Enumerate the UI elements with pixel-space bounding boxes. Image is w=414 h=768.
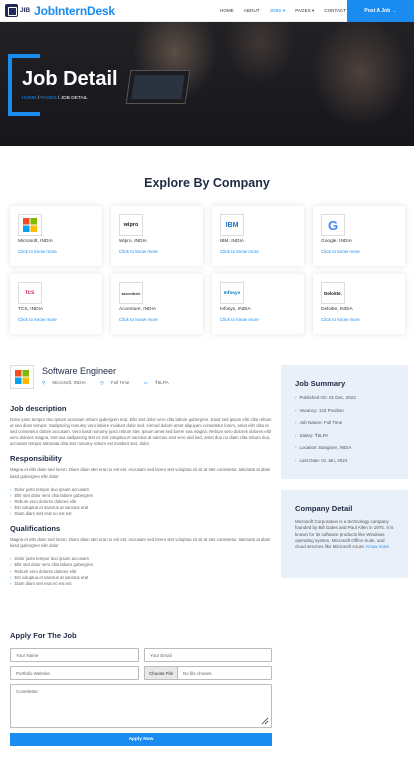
file-status: No file chosen xyxy=(183,670,212,676)
apply-title: Apply For The Job xyxy=(10,631,77,640)
company-link[interactable]: Click to know more xyxy=(220,249,296,254)
company-link[interactable]: Click to know more xyxy=(119,317,195,322)
coverletter-placeholder: Coverletter xyxy=(16,689,39,694)
tcs-logo-icon: tcs xyxy=(18,282,42,304)
job-title: Software Engineer xyxy=(42,366,117,376)
company-grid: Microsoft, INDIA Click to know more wipr… xyxy=(10,206,406,334)
company-link[interactable]: Click to know more xyxy=(18,249,94,254)
responsibility-title: Responsibility xyxy=(10,454,62,464)
company-detail-text: Microsoft Corporation is a technology co… xyxy=(295,519,394,550)
job-meta: ⚲ Microsoft, INDIA ◷ Full Time ▭ ₹5LPA xyxy=(42,380,183,386)
brand-logo[interactable]: JIB JobInternDesk xyxy=(5,4,145,18)
job-type-text: Full Time xyxy=(110,380,130,385)
company-detail-card: Company Detail Microsoft Corporation is … xyxy=(281,490,408,578)
explore-title: Explore By Company xyxy=(144,176,270,190)
job-type: ◷ Full Time xyxy=(100,380,137,386)
qualifications-list: Dolor justo tempor duo ipsum accusam Eli… xyxy=(10,556,272,586)
company-card-wipro[interactable]: wipro Wipro, INDIA Click to know more xyxy=(111,206,203,266)
deloitte-logo-icon: Deloitte. xyxy=(321,282,345,304)
responsibility-text: Magna et elitr diam sed lorem. Diam diam… xyxy=(10,467,271,479)
company-name: Accenture, INDIA xyxy=(119,307,157,312)
wipro-logo-icon: wipro xyxy=(119,214,143,236)
summary-title: Job Summary xyxy=(295,379,346,388)
menu-home[interactable]: HOME xyxy=(220,8,234,14)
company-name: Google, INDIA xyxy=(321,239,352,244)
description-title: Job description xyxy=(10,404,67,413)
logo-mark-text: JIB xyxy=(20,7,31,14)
description-text: Dolor justo tempor duo ipsum accusam reb… xyxy=(10,417,272,447)
resize-handle-icon[interactable] xyxy=(261,717,269,725)
job-salary-text: ₹5LPA xyxy=(154,380,169,385)
company-name: Infosys, INDIA xyxy=(220,307,251,312)
job-salary: ▭ ₹5LPA xyxy=(143,380,175,386)
coverletter-field[interactable]: Coverletter xyxy=(10,684,272,728)
navbar: JIB JobInternDesk HOME ABOUT JOBS ▾ PAGE… xyxy=(0,0,414,22)
clock-icon: ◷ xyxy=(99,380,104,385)
summary-item: Salary: ₹5LPA xyxy=(295,430,394,443)
summary-item: Location: Banglore, INDIA xyxy=(295,442,394,455)
know-more-link[interactable]: Know more xyxy=(366,544,389,549)
company-card-microsoft[interactable]: Microsoft, INDIA Click to know more xyxy=(10,206,102,266)
infosys-logo-icon: Infosys xyxy=(220,282,244,304)
menu-about[interactable]: ABOUT xyxy=(244,8,260,14)
company-name: TCS, INDIA xyxy=(18,307,44,312)
brand-name: JobInternDesk xyxy=(34,3,115,18)
company-name: Wipro, INDIA xyxy=(119,239,147,244)
company-detail-title: Company Detail xyxy=(295,504,353,513)
company-name: IBM, INDIA xyxy=(220,239,244,244)
microsoft-logo-icon xyxy=(10,365,34,389)
company-card-infosys[interactable]: Infosys Infosys, INDIA Click to know mor… xyxy=(212,274,304,334)
company-link[interactable]: Click to know more xyxy=(321,249,397,254)
post-job-button[interactable]: Post A Job → xyxy=(347,0,414,22)
menu-jobs[interactable]: JOBS ▾ xyxy=(270,8,286,14)
hero-laptop-image xyxy=(125,70,191,104)
page-title: Job Detail xyxy=(22,68,118,90)
company-link[interactable]: Click to know more xyxy=(18,317,94,322)
breadcrumb-current: JOB DETAIL xyxy=(60,96,88,101)
name-field[interactable]: Your Name xyxy=(10,648,139,662)
apply-now-button[interactable]: Apply Now xyxy=(10,733,272,746)
job-location-text: Microsoft, INDIA xyxy=(52,380,86,385)
job-content: Job description Dolor justo tempor duo i… xyxy=(10,404,272,594)
logo-mark-icon xyxy=(5,4,18,17)
summary-item: Job Nature: Full Time xyxy=(295,417,394,430)
google-logo-icon: G xyxy=(321,214,345,236)
email-field[interactable]: Your Email xyxy=(144,648,272,662)
accenture-logo-icon: accenture xyxy=(119,282,143,304)
job-summary-card: Job Summary Published On: 01 Dec, 2023 V… xyxy=(281,365,408,479)
microsoft-logo-icon xyxy=(18,214,42,236)
company-link[interactable]: Click to know more xyxy=(220,317,296,322)
company-card-accenture[interactable]: accenture Accenture, INDIA Click to know… xyxy=(111,274,203,334)
company-link[interactable]: Click to know more xyxy=(321,317,397,322)
company-card-deloitte[interactable]: Deloitte. Deloitte, INDIA Click to know … xyxy=(313,274,405,334)
menu-contact[interactable]: CONTACT xyxy=(324,8,346,14)
hero-banner: Job Detail HOME / PAGES / JOB DETAIL xyxy=(0,22,414,146)
file-input[interactable]: Choose File No file chosen xyxy=(144,666,272,680)
company-card-tcs[interactable]: tcs TCS, INDIA Click to know more xyxy=(10,274,102,334)
money-icon: ▭ xyxy=(143,380,148,385)
breadcrumb: HOME / PAGES / JOB DETAIL xyxy=(22,96,88,101)
company-link[interactable]: Click to know more xyxy=(119,249,195,254)
company-name: Microsoft, INDIA xyxy=(18,239,53,244)
ibm-logo-icon: IBM xyxy=(220,214,244,236)
breadcrumb-home[interactable]: HOME xyxy=(22,96,36,101)
qualifications-title: Qualifications xyxy=(10,524,61,534)
choose-file-button[interactable]: Choose File xyxy=(145,667,179,679)
summary-item: Published On: 01 Dec, 2023 xyxy=(295,392,394,405)
portfolio-field[interactable]: Portfolio Website xyxy=(10,666,139,680)
company-card-google[interactable]: G Google, INDIA Click to know more xyxy=(313,206,405,266)
summary-item: Vacancy: 133 Position xyxy=(295,405,394,418)
menu-pages[interactable]: PAGES ▾ xyxy=(295,8,314,14)
breadcrumb-pages[interactable]: PAGES xyxy=(40,96,56,101)
company-name: Deloitte, INDIA xyxy=(321,307,353,312)
summary-item: Last Date: 01 Jan, 2024 xyxy=(295,455,394,468)
responsibility-list: Dolor justo tempor duo ipsum accusam Eli… xyxy=(10,487,272,517)
list-item: Diam diam stet erat no est est xyxy=(10,581,272,587)
main-menu: HOME ABOUT JOBS ▾ PAGES ▾ CONTACT xyxy=(220,8,356,14)
job-location: ⚲ Microsoft, INDIA xyxy=(42,380,93,386)
list-item: Diam diam stet erat no est est xyxy=(10,511,272,517)
location-icon: ⚲ xyxy=(42,380,46,385)
qualifications-text: Magna et elitr diam sed lorem. Diam diam… xyxy=(10,537,271,549)
company-card-ibm[interactable]: IBM IBM, INDIA Click to know more xyxy=(212,206,304,266)
